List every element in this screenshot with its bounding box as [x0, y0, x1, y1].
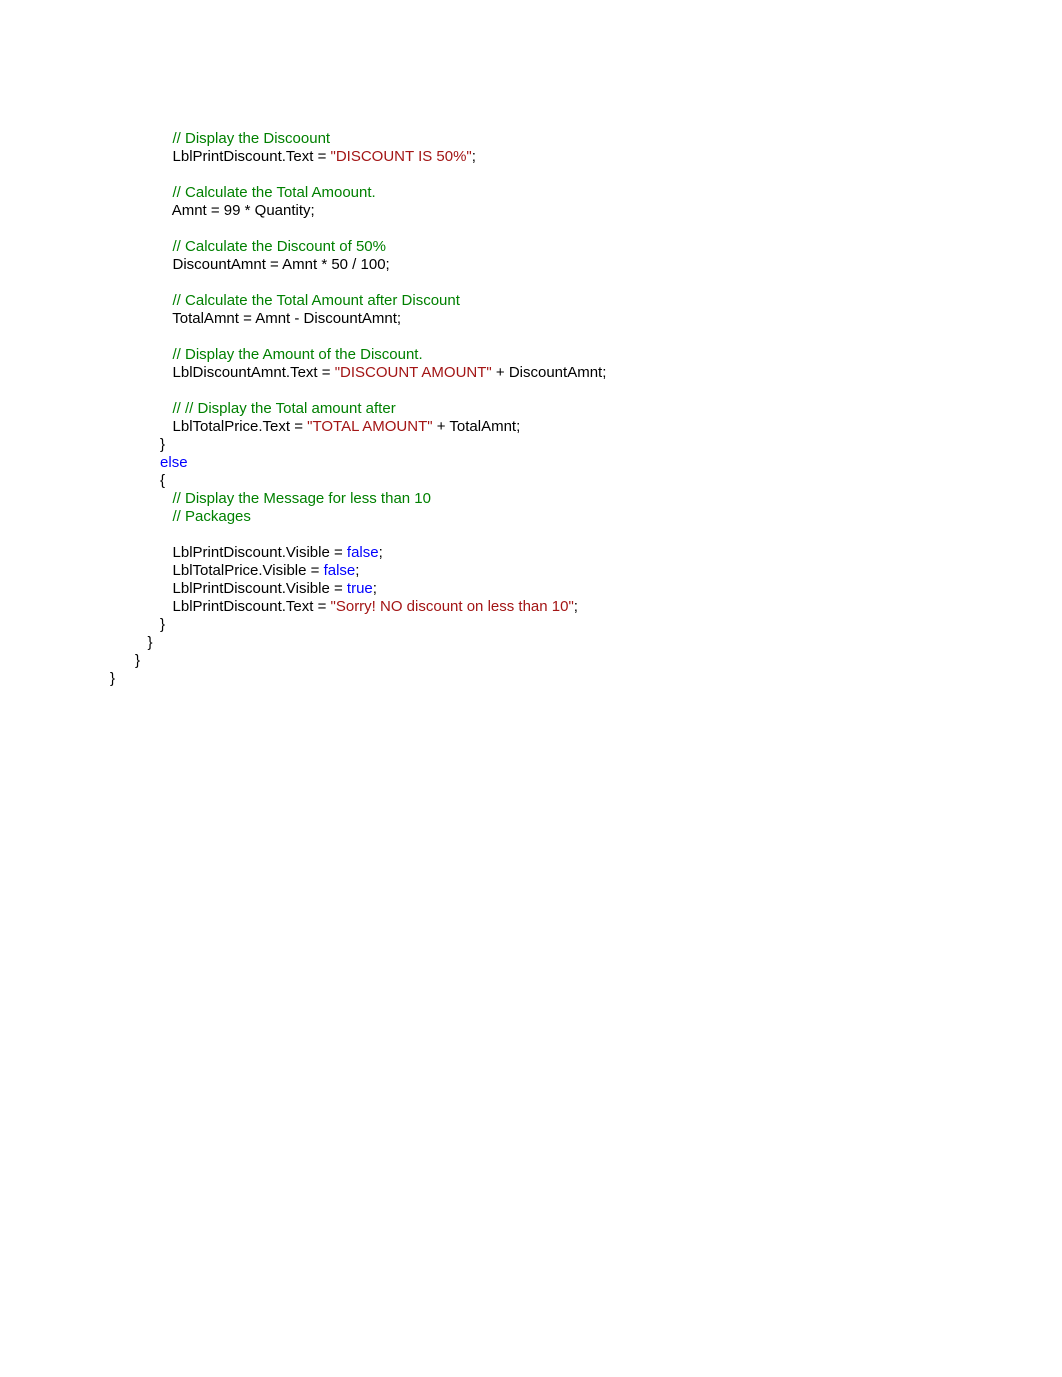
- token-plain: TotalAmnt = Amnt - DiscountAmnt;: [172, 310, 401, 327]
- code-line: LblTotalPrice.Visible = false;: [110, 562, 1062, 580]
- token-string: "DISCOUNT IS 50%": [331, 148, 472, 165]
- code-line: LblPrintDiscount.Visible = false;: [110, 544, 1062, 562]
- token-plain: }: [148, 634, 153, 651]
- code-line: DiscountAmnt = Amnt * 50 / 100;: [110, 256, 1062, 274]
- token-plain: LblTotalPrice.Text =: [173, 418, 308, 435]
- code-line: // Calculate the Discount of 50%: [110, 238, 1062, 256]
- token-plain: LblDiscountAmnt.Text =: [173, 364, 335, 381]
- token-comment: // Display the Discoount: [173, 130, 331, 147]
- token-comment: // Display the Message for less than 10: [173, 490, 431, 507]
- token-plain: + DiscountAmnt;: [492, 364, 607, 381]
- code-line: TotalAmnt = Amnt - DiscountAmnt;: [110, 310, 1062, 328]
- code-line: LblPrintDiscount.Text = "DISCOUNT IS 50%…: [110, 148, 1062, 166]
- code-line: // Display the Discoount: [110, 130, 1062, 148]
- token-keyword: false: [324, 562, 356, 579]
- code-line: [110, 328, 1062, 346]
- token-plain: ;: [373, 580, 377, 597]
- token-plain: ;: [379, 544, 383, 561]
- code-line: // Calculate the Total Amoount.: [110, 184, 1062, 202]
- code-line: [110, 274, 1062, 292]
- code-line: Amnt = 99 * Quantity;: [110, 202, 1062, 220]
- code-line: }: [110, 670, 1062, 688]
- code-line: LblTotalPrice.Text = "TOTAL AMOUNT" + To…: [110, 418, 1062, 436]
- token-plain: }: [135, 652, 140, 669]
- code-line: else: [110, 454, 1062, 472]
- code-line: [110, 220, 1062, 238]
- token-plain: LblPrintDiscount.Visible =: [173, 544, 347, 561]
- code-line: // Calculate the Total Amount after Disc…: [110, 292, 1062, 310]
- token-plain: }: [160, 616, 165, 633]
- token-plain: DiscountAmnt = Amnt * 50 / 100;: [173, 256, 390, 273]
- token-plain: {: [160, 472, 165, 489]
- token-keyword: false: [347, 544, 379, 561]
- code-block: // Display the Discoount LblPrintDiscoun…: [0, 0, 1062, 688]
- token-plain: LblPrintDiscount.Visible =: [173, 580, 347, 597]
- token-string: "Sorry! NO discount on less than 10": [331, 598, 574, 615]
- token-plain: LblPrintDiscount.Text =: [173, 148, 331, 165]
- code-line: [110, 166, 1062, 184]
- code-line: LblDiscountAmnt.Text = "DISCOUNT AMOUNT"…: [110, 364, 1062, 382]
- token-plain: ;: [472, 148, 476, 165]
- code-line: }: [110, 634, 1062, 652]
- token-comment: // Display the Amount of the Discount.: [173, 346, 423, 363]
- token-plain: }: [160, 436, 165, 453]
- token-comment: // Calculate the Discount of 50%: [173, 238, 386, 255]
- token-comment: // Calculate the Total Amoount.: [173, 184, 376, 201]
- code-line: [110, 526, 1062, 544]
- token-plain: LblTotalPrice.Visible =: [173, 562, 324, 579]
- code-line: }: [110, 436, 1062, 454]
- code-line: // Display the Amount of the Discount.: [110, 346, 1062, 364]
- token-comment: // // Display the Total amount after: [173, 400, 396, 417]
- code-line: [110, 382, 1062, 400]
- code-line: // Display the Message for less than 10: [110, 490, 1062, 508]
- token-plain: ;: [574, 598, 578, 615]
- code-line: }: [110, 652, 1062, 670]
- token-plain: ;: [355, 562, 359, 579]
- token-plain: + TotalAmnt;: [433, 418, 521, 435]
- token-keyword: else: [160, 454, 188, 471]
- token-keyword: true: [347, 580, 373, 597]
- token-comment: // Calculate the Total Amount after Disc…: [173, 292, 460, 309]
- code-line: LblPrintDiscount.Text = "Sorry! NO disco…: [110, 598, 1062, 616]
- token-plain: }: [110, 670, 115, 687]
- code-line: }: [110, 616, 1062, 634]
- token-comment: // Packages: [173, 508, 251, 525]
- code-line: {: [110, 472, 1062, 490]
- token-plain: Amnt = 99 * Quantity;: [172, 202, 315, 219]
- token-plain: LblPrintDiscount.Text =: [173, 598, 331, 615]
- code-line: LblPrintDiscount.Visible = true;: [110, 580, 1062, 598]
- token-string: "DISCOUNT AMOUNT": [335, 364, 492, 381]
- token-string: "TOTAL AMOUNT": [307, 418, 432, 435]
- code-line: // Packages: [110, 508, 1062, 526]
- code-line: // // Display the Total amount after: [110, 400, 1062, 418]
